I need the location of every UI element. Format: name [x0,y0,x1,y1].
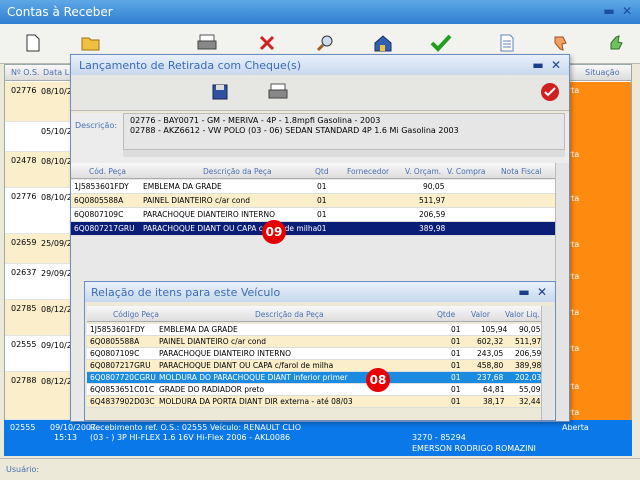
column-v-orcam[interactable]: V. Orçam. [405,167,441,176]
column-data[interactable]: Data L [43,68,69,77]
relacao-grid-header: Código Peça Descrição da Peça Qtde Valor… [87,306,542,322]
column-cod-peca[interactable]: Cód. Peça [89,167,126,176]
main-title: Contas à Receber [7,5,113,19]
description-area: Descrição: 02776 - BAY0071 - GM - MERIVA… [71,113,569,163]
column-valor[interactable]: Valor [471,310,490,319]
table-row[interactable]: 6Q0805588A PAINEL DIANTEIRO c/ar cond 01 51… [71,194,555,208]
table-row[interactable]: 6Q0807109C PARACHOQUE DIANTEIRO INTERNO 01… [87,348,542,360]
table-row-selected[interactable]: 6Q0807720CGRU MOLDURA DO PARACHOQUE DIANT… [87,372,542,384]
relacao-title: Relação de itens para este Veículo [91,286,281,299]
document-icon[interactable] [496,32,518,54]
minimize-icon[interactable]: ▬ [531,58,545,72]
column-nota-fiscal[interactable]: Nota Fiscal [501,167,542,176]
vehicle-items-dialog: Relação de itens para este Veículo ▬ ✕ C… [84,281,556,421]
table-row[interactable]: 6Q0807109C PARACHOQUE DIANTEIRO INTERNO 01… [71,208,555,222]
home-icon[interactable] [372,32,394,54]
column-qtde[interactable]: Qtde [437,310,455,319]
cheque-title: Lançamento de Retirada com Cheque(s) [79,59,302,72]
column-codigo-peca[interactable]: Código Peça [113,310,159,319]
column-descricao[interactable]: Descrição da Peça [203,167,272,176]
print-icon[interactable] [267,81,289,103]
close-icon[interactable]: ✕ [620,4,634,18]
table-row[interactable]: 6Q0853651C01C GRADE DO RADIADOR preto 01 64… [87,384,542,396]
minimize-icon[interactable]: ▬ [602,4,616,18]
table-row[interactable]: 6Q0805588A PAINEL DIANTEIRO c/ar cond 01 60… [87,336,542,348]
column-qtd[interactable]: Qtd [315,167,329,176]
column-valor-liq[interactable]: Valor Liq. [505,310,540,319]
status-bar: Usuário: [0,458,640,480]
cheque-grid-scrollbar[interactable] [555,163,569,421]
relacao-titlebar: Relação de itens para este Veículo ▬ ✕ [85,282,555,302]
table-row[interactable]: 6Q0807217GRU PARACHOQUE DIANT OU CAPA c/f… [87,360,542,372]
callout-badge-08: 08 [366,368,390,392]
column-v-compra[interactable]: V. Compra [447,167,486,176]
delete-icon[interactable] [256,32,278,54]
close-icon[interactable]: ✕ [549,58,563,72]
minimize-icon[interactable]: ▬ [517,285,531,299]
close-icon[interactable]: ✕ [535,285,549,299]
cheque-titlebar: Lançamento de Retirada com Cheque(s) ▬ ✕ [71,55,569,75]
column-descricao[interactable]: Descrição da Peça [255,310,324,319]
table-row-selected[interactable]: 6Q0807217GRU PARACHOQUE DIANT OU CAPA c/f… [71,222,555,236]
table-row[interactable]: 1J5853601FDY EMBLEMA DA GRADE 01 90,05 [71,180,555,194]
callout-badge-09: 09 [262,220,286,244]
column-fornecedor[interactable]: Fornecedor [347,167,389,176]
confirm-check-icon[interactable] [539,81,561,103]
selected-receivable-row[interactable]: 02555 09/10/2007 15:13 Recebimento ref. … [4,420,632,456]
description-label: Descrição: [75,121,118,130]
column-situacao[interactable]: Situação [585,68,620,77]
cheque-toolbar [71,75,569,111]
search-icon[interactable] [314,32,336,54]
description-scrollbar[interactable] [123,149,565,157]
thumbs-up-icon[interactable] [606,32,628,54]
relacao-grid-scrollbar[interactable] [541,306,553,420]
confirm-check-icon[interactable] [430,32,452,54]
cheque-grid-header: Cód. Peça Descrição da Peça Qtd Forneced… [71,163,555,179]
new-document-icon[interactable] [22,32,44,54]
status-user-label: Usuário: [6,465,40,474]
table-row[interactable]: 6Q4837902D03C MOLDURA DA PORTA DIANT DIR … [87,396,542,408]
main-titlebar: Contas à Receber ▬ ✕ [0,0,640,24]
open-folder-icon[interactable] [80,32,102,54]
thumbs-down-icon[interactable] [550,32,572,54]
column-os[interactable]: Nº O.S. [11,68,39,77]
table-row[interactable]: 1J5853601FDY EMBLEMA DA GRADE 01 105,94 90,0… [87,324,542,336]
print-icon[interactable] [196,32,218,54]
save-disk-icon[interactable] [209,81,231,103]
